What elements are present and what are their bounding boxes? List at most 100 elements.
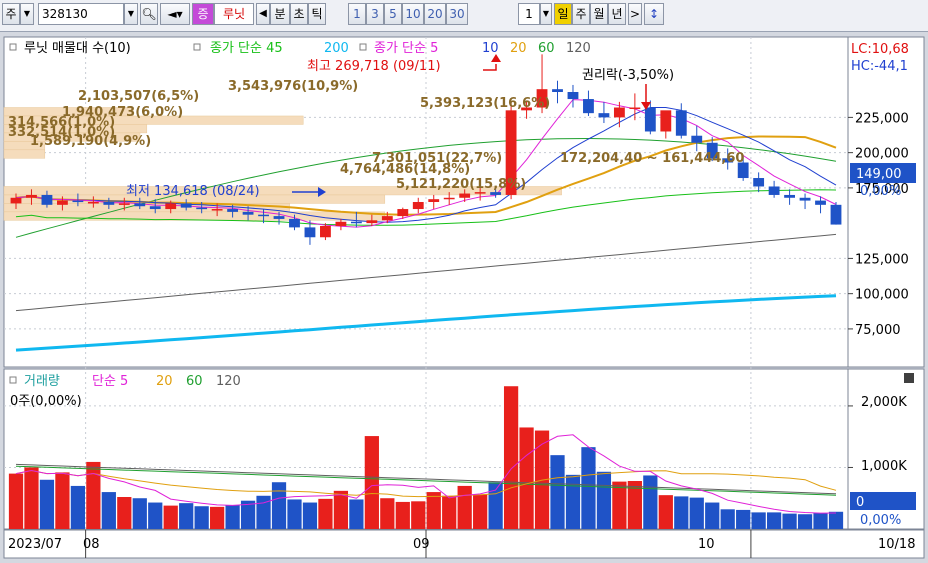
legend-ma120: 120: [566, 41, 591, 56]
candle-body: [258, 214, 269, 217]
market-select[interactable]: 주: [2, 3, 20, 25]
volume-bar: [179, 503, 194, 529]
updown-icon[interactable]: ↕: [644, 3, 664, 25]
price-tick-label: 75,000: [855, 323, 901, 338]
low-annotation: 최저 134,618 (08/24): [126, 184, 260, 199]
period-1-button[interactable]: 1: [348, 3, 366, 25]
period-10-button[interactable]: 10: [402, 3, 424, 25]
last-date: 10/18: [878, 537, 915, 552]
candle-body: [799, 197, 811, 201]
volume-bar: [426, 492, 441, 529]
candle-body: [474, 192, 486, 194]
volume-bar: [813, 513, 828, 529]
speaker-icon[interactable]: ◄▾: [160, 3, 190, 25]
volume-bar: [550, 455, 565, 529]
search-icon[interactable]: 🔍︎: [140, 3, 158, 25]
volume-legend-ma120: 120: [216, 374, 241, 389]
lc-label: LC:10,68: [851, 42, 909, 57]
candle-body: [815, 200, 826, 205]
toolbar: 주 ▼ 328130 ▼ 🔍︎ ◄▾ 증 루닛 ◀ 분 초 틱 1 3 5 10…: [0, 0, 928, 32]
candle-body: [443, 197, 455, 200]
high-annotation: 최고 269,718 (09/11): [307, 59, 441, 74]
candle-body: [211, 209, 223, 211]
right-drop-annotation: 권리락(-3,50%): [582, 68, 674, 83]
last-volume: 0: [856, 495, 864, 510]
candle-body: [118, 203, 130, 205]
volume-bar: [411, 501, 426, 529]
volume-bar: [797, 514, 813, 529]
volume-bar: [503, 386, 519, 529]
volume-bar: [658, 495, 673, 529]
volume-bar: [612, 481, 627, 529]
volume-bar: [674, 496, 689, 529]
volume-bar: [148, 502, 163, 529]
legend-ma20: 20: [510, 41, 527, 56]
volume-bar: [225, 505, 240, 529]
candle-body: [768, 186, 780, 195]
candle-body: [57, 200, 68, 205]
prev-arrow-button[interactable]: ◀: [256, 3, 270, 25]
candle-body: [196, 207, 208, 210]
volume-bar: [828, 511, 844, 529]
price-tick-label: 100,000: [855, 288, 909, 303]
volume-sub: 0주(0,00%): [10, 394, 82, 409]
minute-button[interactable]: 분: [270, 3, 290, 25]
volume-bar: [457, 485, 472, 529]
volume-bar: [117, 497, 132, 529]
second-button[interactable]: 초: [290, 3, 308, 25]
candle-body: [660, 110, 672, 132]
volume-bar: [720, 509, 735, 529]
year-button[interactable]: 년: [608, 3, 626, 25]
volume-legend-title: 거래량: [24, 374, 60, 389]
stock-name[interactable]: 루닛: [214, 3, 254, 25]
candle-body: [583, 99, 594, 114]
range-annotation: 172,204,40 ~ 161,444,60: [560, 151, 744, 166]
period-20-button[interactable]: 20: [424, 3, 446, 25]
period-5-button[interactable]: 5: [384, 3, 402, 25]
period-3-button[interactable]: 3: [366, 3, 384, 25]
stock-button[interactable]: 증: [192, 3, 214, 25]
candle-body: [149, 206, 161, 210]
volume-bar: [349, 499, 364, 529]
candle-body: [459, 193, 471, 198]
price-tick-label: 225,000: [855, 111, 909, 126]
period-30-button[interactable]: 30: [446, 3, 468, 25]
candle-body: [428, 199, 440, 202]
candle-body: [613, 107, 625, 118]
market-dropdown-icon[interactable]: ▼: [20, 3, 34, 25]
count-dropdown-icon[interactable]: ▼: [540, 3, 552, 25]
profile-label: 5,121,220(15,8%): [396, 177, 526, 192]
candle-body: [381, 216, 393, 221]
code-dropdown-icon[interactable]: ▼: [124, 3, 138, 25]
next-arrow-button[interactable]: >: [628, 3, 642, 25]
volume-bar: [70, 485, 86, 529]
week-button[interactable]: 주: [572, 3, 590, 25]
date-label: 10: [698, 537, 715, 552]
volume-bar: [782, 513, 797, 529]
candle-body: [180, 203, 192, 208]
volume-bar: [271, 482, 287, 529]
candle-body: [350, 221, 362, 224]
candle-body: [10, 197, 22, 204]
volume-bar: [442, 495, 457, 529]
tick-button[interactable]: 틱: [308, 3, 326, 25]
candle-body: [273, 216, 285, 219]
panel-close-icon[interactable]: [904, 373, 914, 383]
candle-body: [691, 135, 703, 143]
day-button[interactable]: 일: [554, 3, 572, 25]
candle-body: [412, 202, 424, 210]
volume-bar: [194, 506, 209, 529]
stock-chart: 225,000200,000175,000125,000100,00075,00…: [0, 32, 928, 563]
stock-code-input[interactable]: 328130: [38, 3, 124, 25]
legend-ma5: 종가 단순 5: [374, 41, 438, 56]
candle-body: [87, 202, 99, 204]
legend-ma200: 200: [324, 41, 349, 56]
profile-label: 2,103,507(6,5%): [78, 89, 199, 104]
legend-ma60: 60: [538, 41, 555, 56]
volume-legend-ma60: 60: [186, 374, 203, 389]
count-input[interactable]: 1: [518, 3, 540, 25]
volume-bar: [86, 461, 101, 529]
volume-bar: [596, 471, 612, 529]
candle-body: [598, 113, 610, 118]
month-button[interactable]: 월: [590, 3, 608, 25]
